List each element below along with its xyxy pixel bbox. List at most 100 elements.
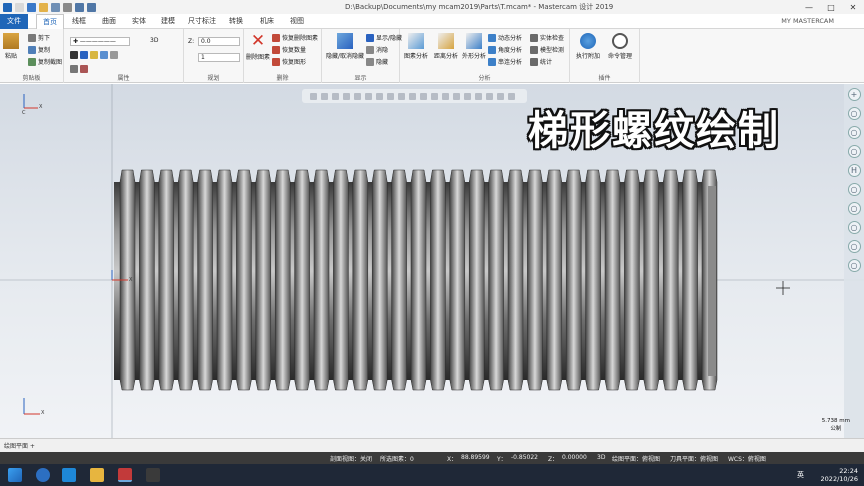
thread-crest [391, 169, 407, 391]
overlay-title: 梯形螺纹绘制 [528, 108, 780, 154]
command-manager-button[interactable]: 命令管理 [608, 33, 632, 60]
level-input[interactable]: 1 [198, 53, 240, 62]
home-view-icon[interactable]: H [847, 164, 861, 177]
undelete-button[interactable]: 恢复删除图素 [272, 33, 318, 42]
gear-icon [580, 33, 596, 49]
distance-analysis-button[interactable]: 距离分析 [434, 33, 458, 60]
close-button[interactable]: ✕ [842, 0, 864, 14]
file-explorer-icon[interactable] [90, 468, 104, 482]
attribute-buttons[interactable] [70, 65, 88, 73]
tab-solids[interactable]: 实体 [126, 14, 152, 29]
copy-image-button[interactable]: 复制截图 [28, 57, 62, 66]
view-icon-7[interactable]: ○ [847, 202, 861, 215]
copy-button[interactable]: 复制 [28, 45, 50, 54]
contour-analysis-button[interactable]: 外形分析 [462, 33, 486, 60]
paste-button[interactable]: 粘贴 [3, 33, 19, 60]
entity-analysis-button[interactable]: 图素分析 [404, 33, 428, 60]
print-icon[interactable] [63, 2, 72, 12]
tab-model-prep[interactable]: 建模 [155, 14, 181, 29]
view-icon-8[interactable]: ○ [847, 221, 861, 234]
undo-icon[interactable] [75, 2, 84, 12]
dim-mode[interactable]: 3D [597, 454, 605, 461]
view-icon-9[interactable]: ○ [847, 240, 861, 253]
delete-entities-button[interactable]: ✕ 删除图素 [246, 33, 270, 62]
group-display: 隐藏/取消隐藏 显示/隐藏 消隐 隐藏 显示 [322, 29, 402, 83]
angle-analysis-button[interactable]: 角度分析 [488, 45, 522, 54]
hide-icon [366, 57, 374, 66]
title-bar: D:\Backup\Documents\my mcam2019\Parts\T.… [0, 0, 864, 14]
line-style-select[interactable]: ✚ —————— [70, 37, 130, 46]
minimize-button[interactable]: — [798, 0, 820, 14]
dynamic-analysis-button[interactable]: 动态分析 [488, 33, 522, 42]
3d-toggle[interactable]: 3D [150, 37, 158, 44]
z-depth-input[interactable]: 0.0 [198, 37, 240, 46]
wcs-status[interactable]: WCS：俯视图 [728, 454, 766, 463]
section-view-status[interactable]: 剖面视图：关闭 [330, 454, 372, 463]
tab-wireframe[interactable]: 线框 [66, 14, 92, 29]
hide-unhide-button[interactable]: 隐藏/取消隐藏 [326, 33, 364, 60]
run-addin-button[interactable]: 执行附加 [576, 33, 600, 60]
thread-crest [662, 169, 679, 391]
show-hide-button[interactable]: 显示/隐藏 [366, 33, 402, 42]
statistics-button[interactable]: 统计 [530, 57, 552, 66]
group-label: 删除 [276, 75, 289, 82]
thread-crest [449, 169, 466, 391]
tab-view[interactable]: 视图 [284, 14, 310, 29]
group-addins: 执行附加 命令管理 插件 [570, 29, 640, 83]
view-toolbar: + ○ ○ ○ H ○ ○ ○ ○ ○ [844, 84, 864, 438]
blank-button[interactable]: 消隐 [366, 45, 388, 54]
view-icon-2[interactable]: ○ [847, 107, 861, 120]
tab-drafting[interactable]: 尺寸标注 [186, 14, 218, 29]
account-label[interactable]: MY MASTERCAM [781, 17, 834, 25]
tab-machine[interactable]: 机床 [254, 14, 280, 29]
mastercam-logo-icon [3, 2, 12, 12]
thread-crest [585, 169, 601, 391]
mastercam-taskbar-icon[interactable] [118, 468, 132, 482]
undelete-marked-button[interactable]: 恢复图形 [272, 57, 306, 66]
save-icon[interactable] [27, 2, 36, 12]
sheet-tab[interactable]: 绘图平面 + [4, 441, 35, 450]
clock[interactable]: 22:24 2022/10/26 [821, 467, 858, 483]
quick-access-toolbar [0, 2, 96, 12]
redo-icon[interactable] [87, 2, 96, 12]
hide-button[interactable]: 隐藏 [366, 57, 388, 66]
undelete-number-icon [272, 45, 280, 54]
tab-transform[interactable]: 转换 [223, 14, 249, 29]
app-icon[interactable] [146, 468, 160, 482]
thread-crest [604, 169, 621, 391]
view-icon-6[interactable]: ○ [847, 183, 861, 196]
tab-surfaces[interactable]: 曲面 [96, 14, 122, 29]
start-menu-icon[interactable] [8, 468, 22, 482]
zoom-in-icon[interactable]: + [847, 88, 861, 101]
angle-analysis-icon [488, 45, 496, 54]
tplane-status[interactable]: 刀具平面：俯视图 [670, 454, 718, 463]
windows-taskbar: 英 22:24 2022/10/26 [0, 464, 864, 486]
maximize-button[interactable]: □ [820, 0, 842, 14]
contour-analysis-icon [466, 33, 482, 49]
new-file-icon[interactable] [15, 2, 24, 12]
store-icon[interactable] [62, 468, 76, 482]
save-as-icon[interactable] [51, 2, 60, 12]
edge-browser-icon[interactable] [36, 468, 50, 482]
solid-check-button[interactable]: 实体检查 [530, 33, 564, 42]
line-width-icon [110, 51, 118, 59]
axis-label-x-origin: X [129, 277, 133, 283]
cplane-status[interactable]: 绘图平面：俯视图 [612, 454, 660, 463]
group-clipboard: 粘贴 剪下 复制 复制截图 剪贴板 [0, 29, 64, 83]
chain-analysis-button[interactable]: 串连分析 [488, 57, 522, 66]
open-folder-icon[interactable] [39, 2, 48, 12]
view-icon-3[interactable]: ○ [847, 126, 861, 139]
ime-indicator[interactable]: 英 [797, 470, 804, 480]
view-icon-10[interactable]: ○ [847, 259, 861, 272]
y-coordinate: -0.85022 [511, 454, 538, 461]
graphics-viewport[interactable]: X C X X 梯形螺纹绘制 + ○ ○ ○ H ○ ○ ○ ○ ○ 5.738… [0, 84, 864, 438]
tab-home[interactable]: 首页 [36, 14, 64, 29]
cut-button[interactable]: 剪下 [28, 33, 50, 42]
undelete-count-button[interactable]: 恢复数量 [272, 45, 306, 54]
model-check-button[interactable]: 模型检测 [530, 45, 564, 54]
color-buttons[interactable] [70, 51, 118, 59]
dynamic-analysis-icon [488, 33, 496, 42]
view-icon-4[interactable]: ○ [847, 145, 861, 158]
group-label: 显示 [354, 75, 367, 82]
tab-file[interactable]: 文件 [0, 14, 28, 29]
